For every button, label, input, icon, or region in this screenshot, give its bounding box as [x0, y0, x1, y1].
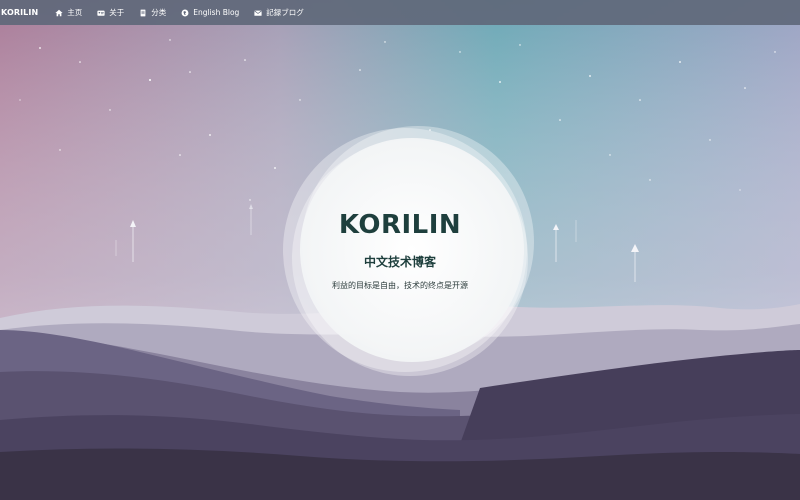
hero-motto: 利益的目标是自由，技术的终点是开源: [332, 281, 468, 290]
book-icon: [139, 9, 147, 17]
id-card-icon: [97, 9, 105, 17]
nav-label-japanese-blog: 記録ブログ: [266, 8, 304, 17]
nav-item-japanese-blog[interactable]: 記録ブログ: [254, 7, 304, 18]
mail-icon: [254, 9, 262, 17]
nav-label-english-blog: English Blog: [193, 8, 240, 17]
home-icon: [55, 9, 63, 17]
background-landscape: [0, 0, 800, 500]
nav-label-home: 主页: [67, 8, 83, 17]
nav-label-categories: 分类: [151, 8, 167, 17]
nav-item-home[interactable]: 主页: [55, 7, 82, 18]
hero-subtitle: 中文技术博客: [363, 255, 436, 269]
nav-item-about[interactable]: 关于: [97, 7, 124, 18]
site-brand[interactable]: KORILIN: [0, 8, 38, 17]
nav-item-english-blog[interactable]: English Blog: [181, 8, 239, 17]
top-navbar: KORILIN 主页 关于 分类 English Blog 記録ブログ: [0, 0, 800, 25]
nav-item-categories[interactable]: 分类: [139, 7, 166, 18]
hero-title: KORILIN: [338, 210, 462, 240]
nav-label-about: 关于: [109, 8, 125, 17]
globe-icon: [181, 9, 189, 17]
